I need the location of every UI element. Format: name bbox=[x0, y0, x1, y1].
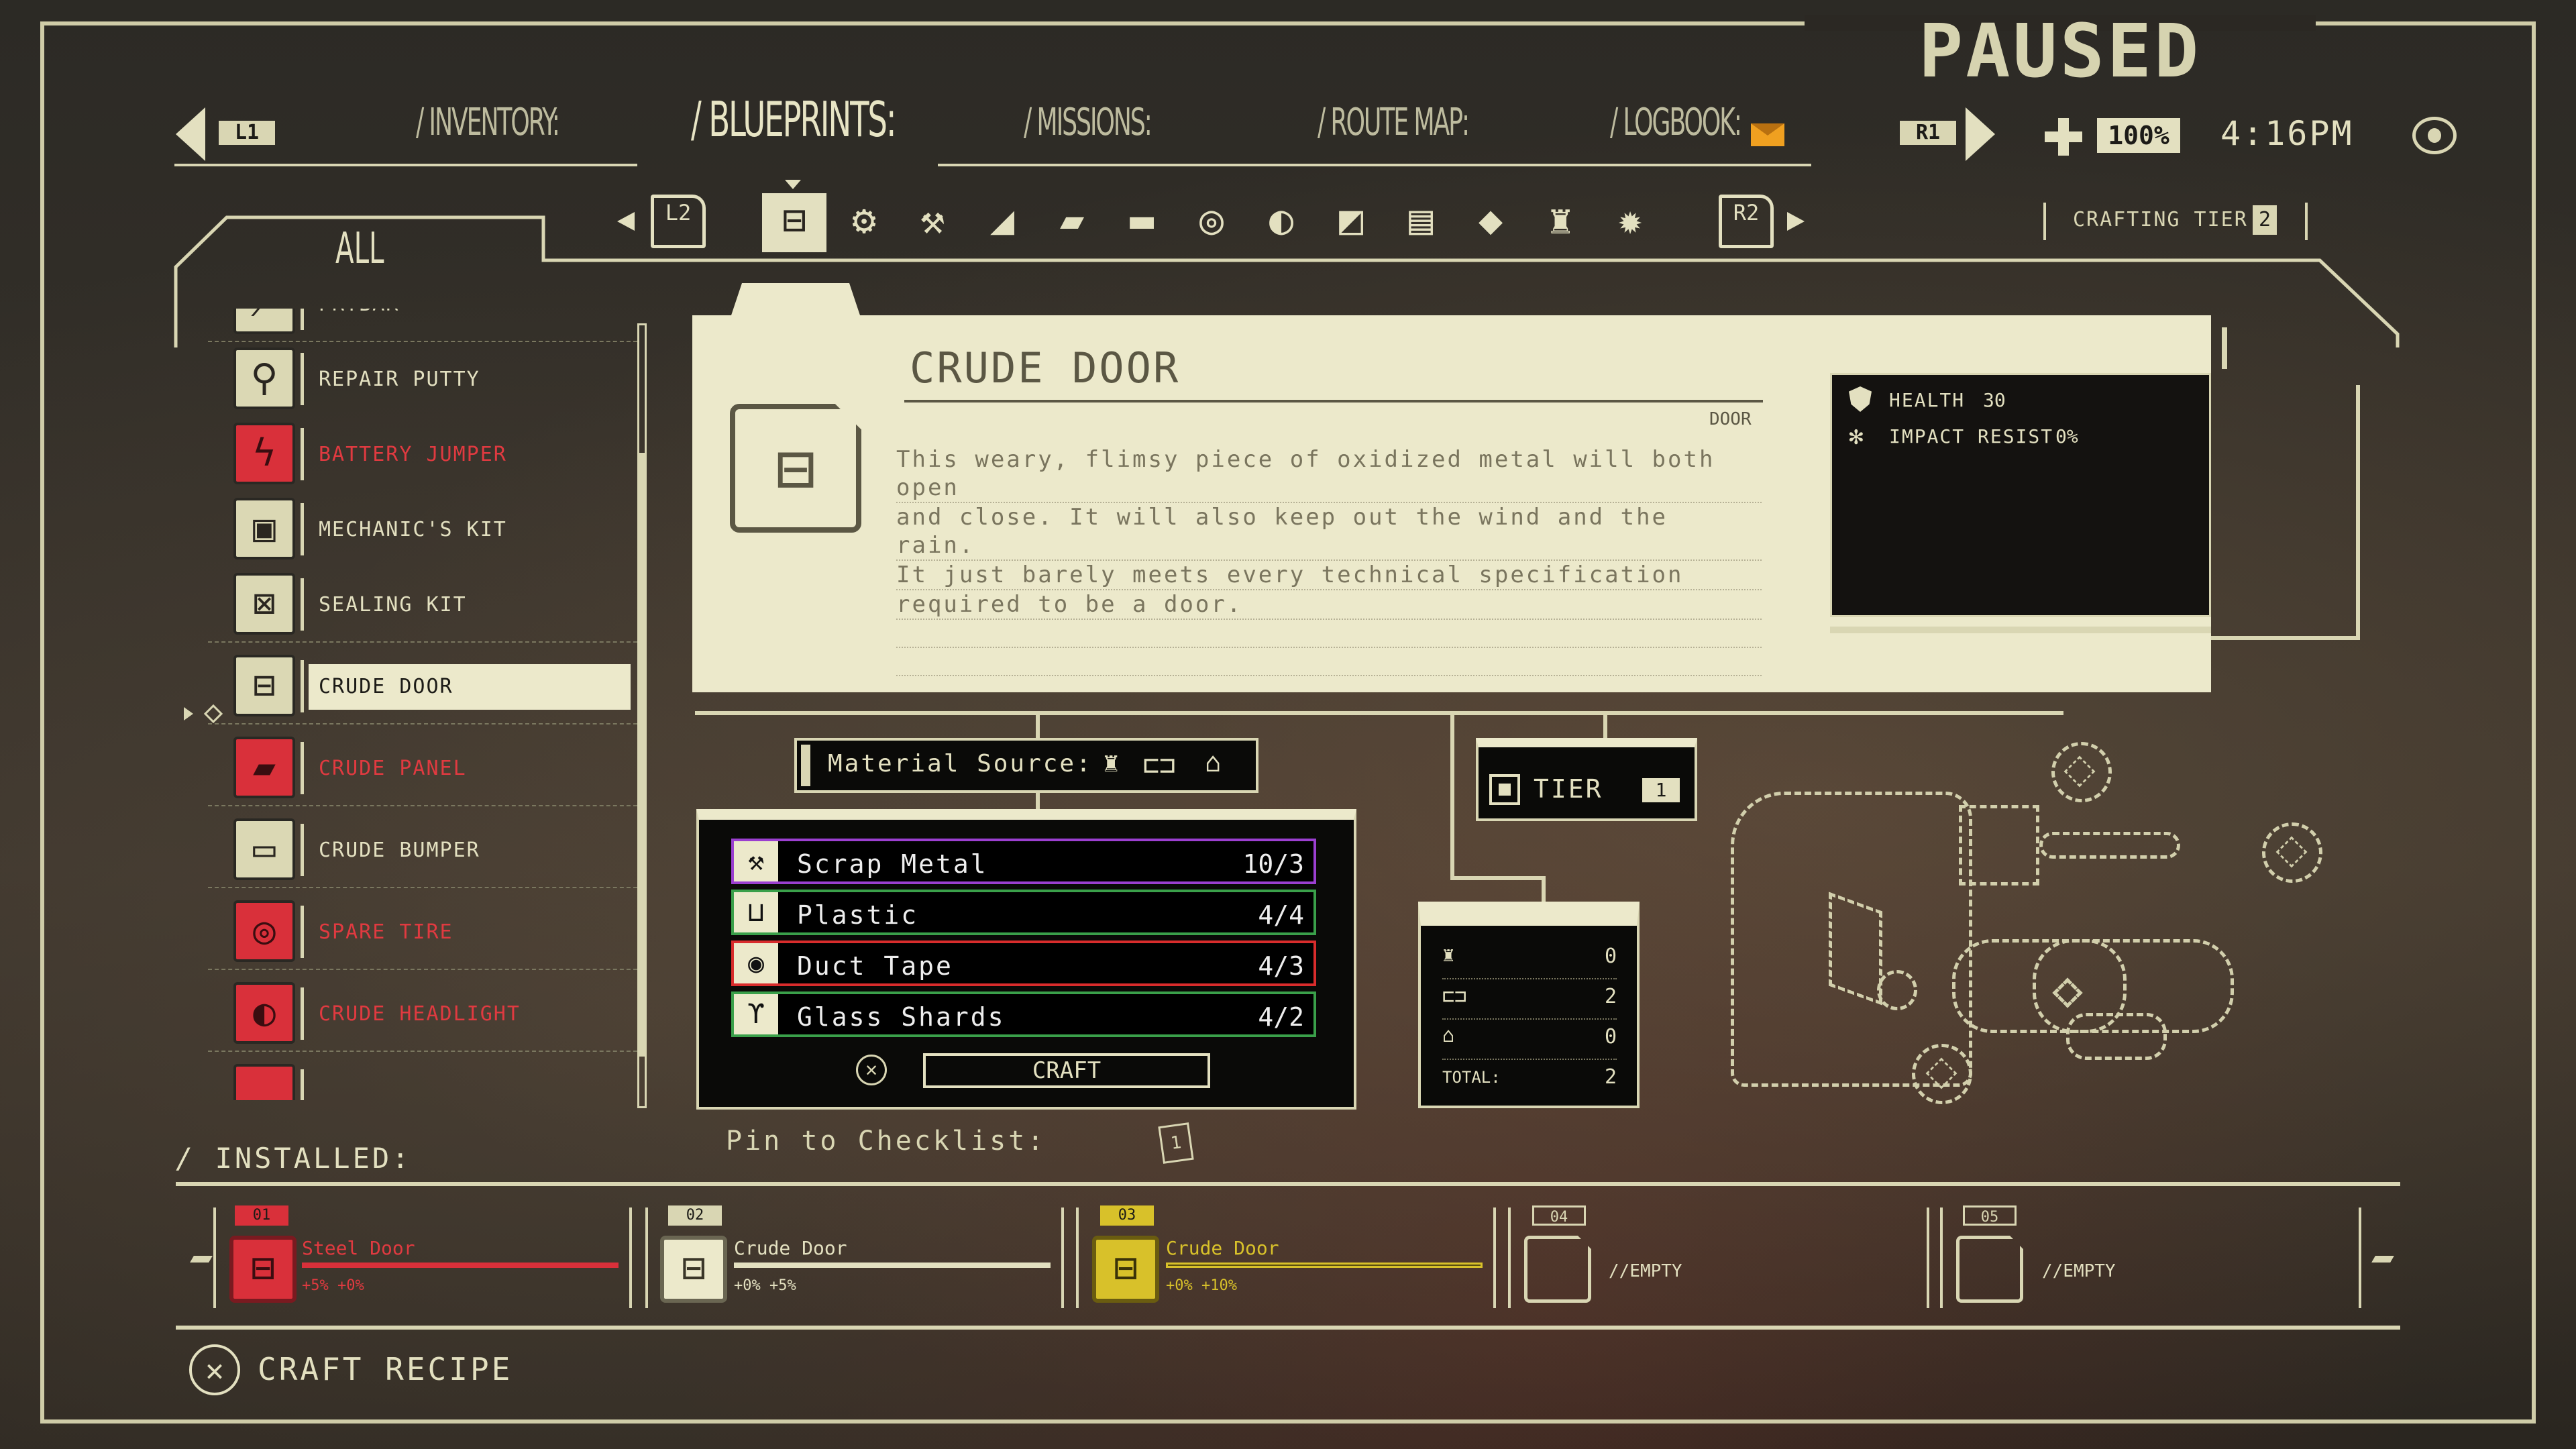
crude-panel-icon: ▰ bbox=[233, 737, 295, 798]
backpack-icon: ♜ bbox=[1103, 747, 1120, 778]
r1-button[interactable]: R1 bbox=[1900, 121, 1956, 145]
tab-logbook[interactable]: / LOGBOOK: bbox=[1610, 101, 1742, 144]
list-item[interactable]: ▰ CRUDE PANEL bbox=[208, 733, 637, 806]
slot-number: 01 bbox=[235, 1205, 288, 1226]
crude-door-large-icon: ⊟ bbox=[730, 404, 861, 533]
cross-button-icon: ✕ bbox=[856, 1055, 887, 1085]
slot-number: 02 bbox=[668, 1205, 722, 1226]
scrap-metal-icon: ⚒ bbox=[734, 841, 778, 881]
car-icon: ⊏⊐ bbox=[1143, 750, 1176, 781]
slot-name: Steel Door bbox=[302, 1237, 415, 1259]
totals-list: ♜ 0 ⊏⊐ 2 ⌂ 0 TOTAL: 2 bbox=[1442, 939, 1617, 1099]
pin-checklist-icon[interactable]: 1 bbox=[1158, 1122, 1194, 1164]
material-row: ⊔ Plastic 4/4 bbox=[731, 890, 1316, 935]
empty-slot-icon[interactable] bbox=[1956, 1236, 2023, 1303]
slot-number: 03 bbox=[1100, 1205, 1154, 1226]
steel-door-icon[interactable]: ⊟ bbox=[229, 1236, 297, 1303]
sealing-kit-icon: ⊠ bbox=[233, 573, 295, 635]
tier-value: 1 bbox=[1642, 778, 1680, 802]
slot-stats: +5% +0% bbox=[302, 1277, 364, 1294]
health-percent: 100% bbox=[2097, 118, 2180, 153]
house-icon: ⌂ bbox=[1205, 747, 1222, 778]
prybar-icon: ⟋ bbox=[233, 309, 295, 334]
crude-door-icon[interactable]: ⊟ bbox=[1092, 1236, 1159, 1303]
empty-slot-icon[interactable] bbox=[1524, 1236, 1591, 1303]
slot-name: Crude Door bbox=[1166, 1237, 1279, 1259]
tier-checkbox bbox=[1489, 774, 1520, 805]
material-row: ⚒ Scrap Metal 10/3 bbox=[731, 839, 1316, 884]
filter-all[interactable]: ALL bbox=[335, 224, 384, 274]
detail-title: CRUDE DOOR bbox=[910, 343, 1181, 392]
craft-button[interactable]: CRAFT bbox=[923, 1053, 1210, 1088]
tab-route-map[interactable]: / ROUTE MAP: bbox=[1318, 101, 1470, 144]
crude-headlight-icon: ◐ bbox=[233, 982, 295, 1044]
list-scrollbar[interactable] bbox=[637, 323, 647, 1108]
installed-label: / INSTALLED: bbox=[176, 1142, 412, 1175]
slot-stats: +0% +5% bbox=[734, 1277, 796, 1294]
paused-title: PAUSED bbox=[1919, 8, 2202, 94]
tab-blueprints[interactable]: / BLUEPRINTS: bbox=[691, 91, 897, 148]
slot-name: //EMPTY bbox=[2042, 1261, 2116, 1281]
list-item[interactable]: ◐ CRUDE HEADLIGHT bbox=[208, 978, 637, 1052]
house-icon: ⌂ bbox=[1442, 1024, 1455, 1047]
craft-recipe-action[interactable]: CRAFT RECIPE bbox=[258, 1351, 513, 1387]
view-eye-icon[interactable] bbox=[2412, 117, 2457, 154]
list-item[interactable]: ⚲ REPAIR PUTTY bbox=[208, 343, 637, 417]
list-item-selected[interactable]: ⊟ CRUDE DOOR bbox=[208, 651, 637, 724]
l1-button[interactable]: L1 bbox=[219, 121, 275, 145]
crude-door-icon: ⊟ bbox=[233, 655, 295, 716]
mail-icon[interactable] bbox=[1751, 123, 1784, 146]
slot-name: //EMPTY bbox=[1609, 1261, 1682, 1281]
material-source-label: Material Source: bbox=[828, 750, 1093, 777]
list-item[interactable]: ⊠ SEALING KIT bbox=[208, 569, 637, 643]
health-cross-icon bbox=[2045, 118, 2082, 156]
list-item[interactable]: ⟋ PRYBAR bbox=[208, 309, 637, 342]
selection-arrow-icon bbox=[184, 707, 193, 720]
list-item[interactable]: ◎ SPARE TIRE bbox=[208, 896, 637, 970]
slot-number: 05 bbox=[1963, 1205, 2017, 1226]
spare-tire-icon: ◎ bbox=[233, 900, 295, 962]
glass-shards-icon: ϒ bbox=[734, 994, 778, 1034]
plastic-cup-icon: ⊔ bbox=[734, 892, 778, 932]
impact-icon: ✻ bbox=[1849, 423, 1864, 450]
door-schematic bbox=[1717, 738, 2322, 1114]
material-row: ◉ Duct Tape 4/3 bbox=[731, 941, 1316, 986]
tab-inventory[interactable]: / INVENTORY: bbox=[416, 101, 560, 144]
putty-icon: ⚲ bbox=[233, 347, 295, 409]
health-value: 30 bbox=[1983, 389, 2006, 411]
detail-description: This weary, flimsy piece of oxidized met… bbox=[896, 445, 1762, 676]
impact-value: 0% bbox=[2055, 425, 2078, 447]
mechanic-kit-icon: ▣ bbox=[233, 498, 295, 559]
stats-box bbox=[1830, 373, 2211, 617]
list-item[interactable]: ϟ BATTERY JUMPER bbox=[208, 419, 637, 492]
pin-checklist-label: Pin to Checklist: bbox=[726, 1126, 1046, 1157]
slot-number: 04 bbox=[1532, 1205, 1586, 1226]
active-tab-indicator bbox=[785, 180, 801, 189]
jumper-icon: ϟ bbox=[233, 423, 295, 484]
next-tab-arrow-icon[interactable] bbox=[1966, 107, 1995, 161]
backpack-icon: ♜ bbox=[1442, 943, 1455, 967]
crude-bumper-icon: ▭ bbox=[233, 818, 295, 880]
duct-tape-icon: ◉ bbox=[734, 943, 778, 983]
cross-button-icon[interactable]: ✕ bbox=[189, 1344, 240, 1395]
list-item[interactable]: ▣ MECHANIC'S KIT bbox=[208, 494, 637, 568]
impact-label: IMPACT RESIST bbox=[1889, 425, 2054, 447]
list-item[interactable]: ▭ CRUDE BUMPER bbox=[208, 814, 637, 888]
slot-name: Crude Door bbox=[734, 1237, 847, 1259]
car-icon: ⊏⊐ bbox=[1442, 985, 1467, 1008]
material-row: ϒ Glass Shards 4/2 bbox=[731, 991, 1316, 1037]
health-label: HEALTH bbox=[1889, 389, 1966, 411]
crude-door-icon[interactable]: ⊟ bbox=[660, 1236, 727, 1303]
blueprint-list: ⟋ PRYBAR ⚲ REPAIR PUTTY ϟ BATTERY JUMPER… bbox=[208, 309, 637, 1100]
slot-stats: +0% +10% bbox=[1166, 1277, 1237, 1294]
clock-time: 4:16PM bbox=[2220, 114, 2354, 153]
tier-label: TIER bbox=[1534, 774, 1603, 804]
detail-type: DOOR bbox=[1709, 409, 1752, 429]
prev-tab-arrow-icon[interactable] bbox=[176, 107, 205, 161]
tab-missions[interactable]: / MISSIONS: bbox=[1024, 101, 1152, 144]
